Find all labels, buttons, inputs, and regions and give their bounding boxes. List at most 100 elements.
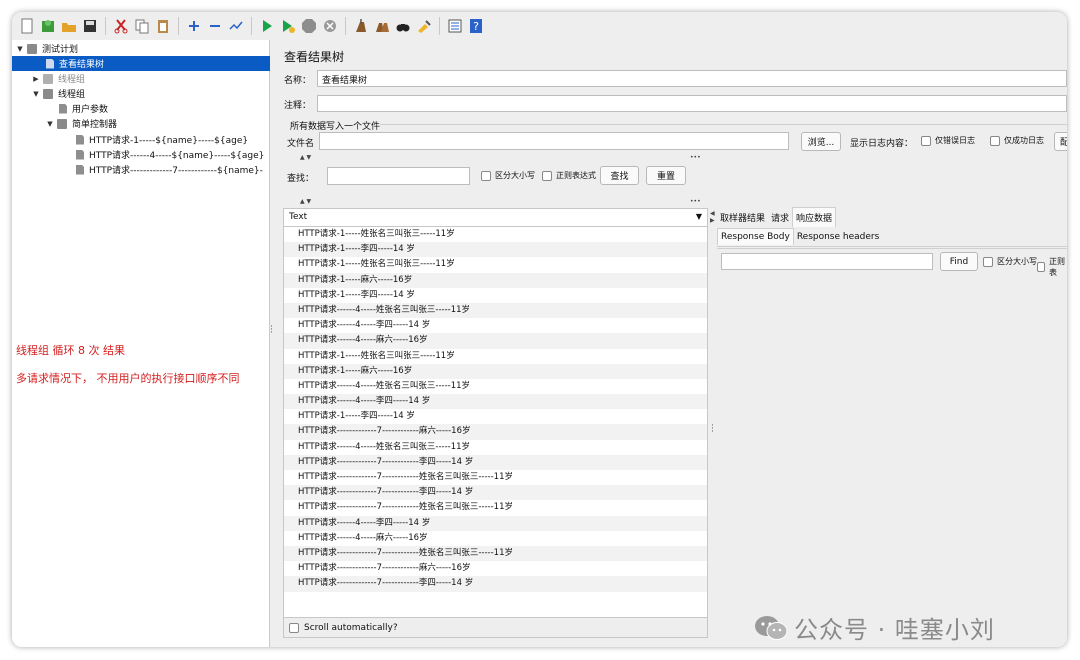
cut-icon[interactable] [112, 17, 130, 35]
result-row[interactable]: HTTP请求-1-----李四-----14 岁 [284, 242, 707, 258]
response-body-area[interactable]: Find 区分大小写 正则表 [717, 248, 1067, 638]
detail-tabs: 取样器结果 请求 响应数据 [717, 207, 837, 227]
splitter-handle[interactable]: · · · [270, 323, 273, 338]
configure-button[interactable]: 配置 [1054, 132, 1067, 151]
regex-checkbox[interactable]: 正则表达式 [542, 170, 596, 181]
templates-icon[interactable] [39, 17, 57, 35]
tree-node-http-request-4[interactable]: HTTP请求------4-----${name}-----${age} [76, 147, 270, 162]
collapse-arrows-icon[interactable]: ▲ ▼ [300, 154, 311, 161]
checkbox-box[interactable] [289, 622, 299, 633]
result-row[interactable]: HTTP请求-------------7------------麻六-----1… [284, 561, 707, 576]
tree-node-http-request-1[interactable]: HTTP请求-1-----${name}-----${age} [76, 132, 270, 147]
tab-response-headers[interactable]: Response headers [794, 229, 882, 245]
folder-icon [43, 73, 53, 84]
result-row[interactable]: HTTP请求------4-----姓张名三叫张三-----11岁 [284, 379, 707, 394]
tab-request[interactable]: 请求 [768, 208, 792, 227]
splitter-handle[interactable]: · · · [711, 422, 714, 437]
tree-node-test-plan[interactable]: ▼ 测试计划 [16, 41, 270, 56]
response-case-sensitive-checkbox[interactable]: 区分大小写 [983, 256, 1037, 267]
collapse-arrows-icon[interactable]: ▲ ▼ [300, 198, 311, 205]
find-button[interactable]: 查找 [600, 166, 639, 185]
result-row[interactable]: HTTP请求-1-----姓张名三叫张三-----11岁 [284, 227, 707, 242]
checkbox-box[interactable] [983, 256, 993, 267]
result-row[interactable]: HTTP请求-1-----麻六-----16岁 [284, 272, 707, 288]
result-row[interactable]: HTTP请求------4-----麻六-----16岁 [284, 531, 707, 546]
comment-label: 注释： [284, 101, 312, 111]
tree-node-user-parameters[interactable]: 用户参数 [59, 101, 270, 116]
expand-arrow-icon[interactable]: ▼ [16, 45, 24, 53]
result-row[interactable]: HTTP请求------4-----麻六-----16岁 [284, 333, 707, 349]
checkbox-box[interactable] [921, 135, 931, 146]
result-row[interactable]: HTTP请求-1-----姓张名三叫张三-----11岁 [284, 257, 707, 272]
result-row[interactable]: HTTP请求-1-----麻六-----16岁 [284, 363, 707, 379]
start-icon[interactable] [258, 17, 276, 35]
result-row[interactable]: HTTP请求------4-----李四-----14 岁 [284, 515, 707, 531]
result-row[interactable]: HTTP请求-------------7------------李四-----1… [284, 485, 707, 501]
result-row[interactable]: HTTP请求------4-----姓张名三叫张三-----11岁 [284, 440, 707, 455]
checkbox-box[interactable] [990, 135, 1000, 146]
shutdown-icon[interactable] [321, 17, 339, 35]
expand-icon[interactable] [185, 17, 203, 35]
page-icon [59, 103, 67, 114]
result-row[interactable]: HTTP请求-1-----姓张名三叫张三-----11岁 [284, 349, 707, 364]
result-row[interactable]: HTTP请求------4-----李四-----14 岁 [284, 318, 707, 333]
search-icon[interactable] [394, 17, 412, 35]
tree-node-http-request-7[interactable]: HTTP请求-------------7------------${name}- [76, 162, 270, 177]
paste-icon[interactable] [154, 17, 172, 35]
expand-arrow-icon[interactable]: ▶ [32, 75, 40, 83]
errors-only-checkbox[interactable]: 仅错误日志 [921, 135, 975, 146]
collapse-icon[interactable] [206, 17, 224, 35]
tree-node-view-results-tree[interactable]: 查看结果树 [12, 56, 270, 71]
renderer-select[interactable]: Text ▼ [284, 209, 707, 227]
case-sensitive-checkbox[interactable]: 区分大小写 [481, 170, 535, 181]
stop-icon[interactable] [300, 17, 318, 35]
new-icon[interactable] [18, 17, 36, 35]
tree-node-simple-controller[interactable]: ▼ 简单控制器 [46, 116, 270, 131]
success-only-checkbox[interactable]: 仅成功日志 [990, 135, 1044, 146]
checkbox-box[interactable] [542, 170, 552, 181]
result-row[interactable]: HTTP请求-------------7------------麻六-----1… [284, 424, 707, 440]
result-row[interactable]: HTTP请求-------------7------------姓张名三叫张三-… [284, 500, 707, 515]
tree-node-thread-group-disabled[interactable]: ▶ 线程组 [32, 71, 270, 86]
function-helper-icon[interactable] [446, 17, 464, 35]
tab-response-data[interactable]: 响应数据 [792, 207, 837, 227]
result-row[interactable]: HTTP请求-1-----李四-----14 岁 [284, 409, 707, 424]
result-row[interactable]: HTTP请求------4-----李四-----14 岁 [284, 394, 707, 410]
name-field[interactable]: 查看结果树 [317, 70, 1067, 87]
search-input[interactable] [327, 167, 470, 185]
reset-button[interactable]: 重置 [646, 166, 686, 185]
copy-icon[interactable] [133, 17, 151, 35]
result-row[interactable]: HTTP请求-------------7------------李四-----1… [284, 454, 707, 470]
drag-dots-icon[interactable]: ••• [690, 198, 701, 205]
scroll-automatically-checkbox[interactable]: Scroll automatically? [284, 617, 707, 637]
split-arrows-icon[interactable]: ◀ ▶ [710, 210, 715, 224]
clear-icon[interactable] [352, 17, 370, 35]
collapse-arrow-icon[interactable]: ▼ [32, 90, 40, 98]
tab-response-body[interactable]: Response Body [717, 228, 794, 245]
checkbox-box[interactable] [481, 170, 491, 181]
result-row[interactable]: HTTP请求-------------7------------李四-----1… [284, 576, 707, 592]
help-icon[interactable]: ? [467, 17, 485, 35]
filename-field[interactable] [319, 132, 789, 150]
drag-dots-icon[interactable]: ••• [690, 154, 701, 161]
reset-search-icon[interactable] [415, 17, 433, 35]
checkbox-box[interactable] [1037, 262, 1045, 272]
scroll-automatically-label: Scroll automatically? [304, 622, 398, 633]
response-find-input[interactable] [721, 253, 933, 270]
start-no-pause-icon[interactable] [279, 17, 297, 35]
result-row[interactable]: HTTP请求-1-----李四-----14 岁 [284, 288, 707, 303]
result-row[interactable]: HTTP请求-------------7------------姓张名三叫张三-… [284, 470, 707, 485]
save-icon[interactable] [81, 17, 99, 35]
toggle-icon[interactable] [227, 17, 245, 35]
tree-node-thread-group[interactable]: ▼ 线程组 [32, 86, 270, 101]
response-regex-checkbox[interactable]: 正则表 [1037, 256, 1067, 278]
tab-sampler-result[interactable]: 取样器结果 [717, 208, 768, 227]
open-icon[interactable] [60, 17, 78, 35]
result-row[interactable]: HTTP请求------4-----姓张名三叫张三-----11岁 [284, 302, 707, 319]
comment-field[interactable] [317, 95, 1067, 112]
browse-button[interactable]: 浏览... [801, 132, 841, 151]
response-find-button[interactable]: Find [940, 252, 978, 271]
collapse-arrow-icon[interactable]: ▼ [46, 120, 54, 128]
result-row[interactable]: HTTP请求-------------7------------姓张名三叫张三-… [284, 545, 707, 562]
clear-all-icon[interactable] [373, 17, 391, 35]
